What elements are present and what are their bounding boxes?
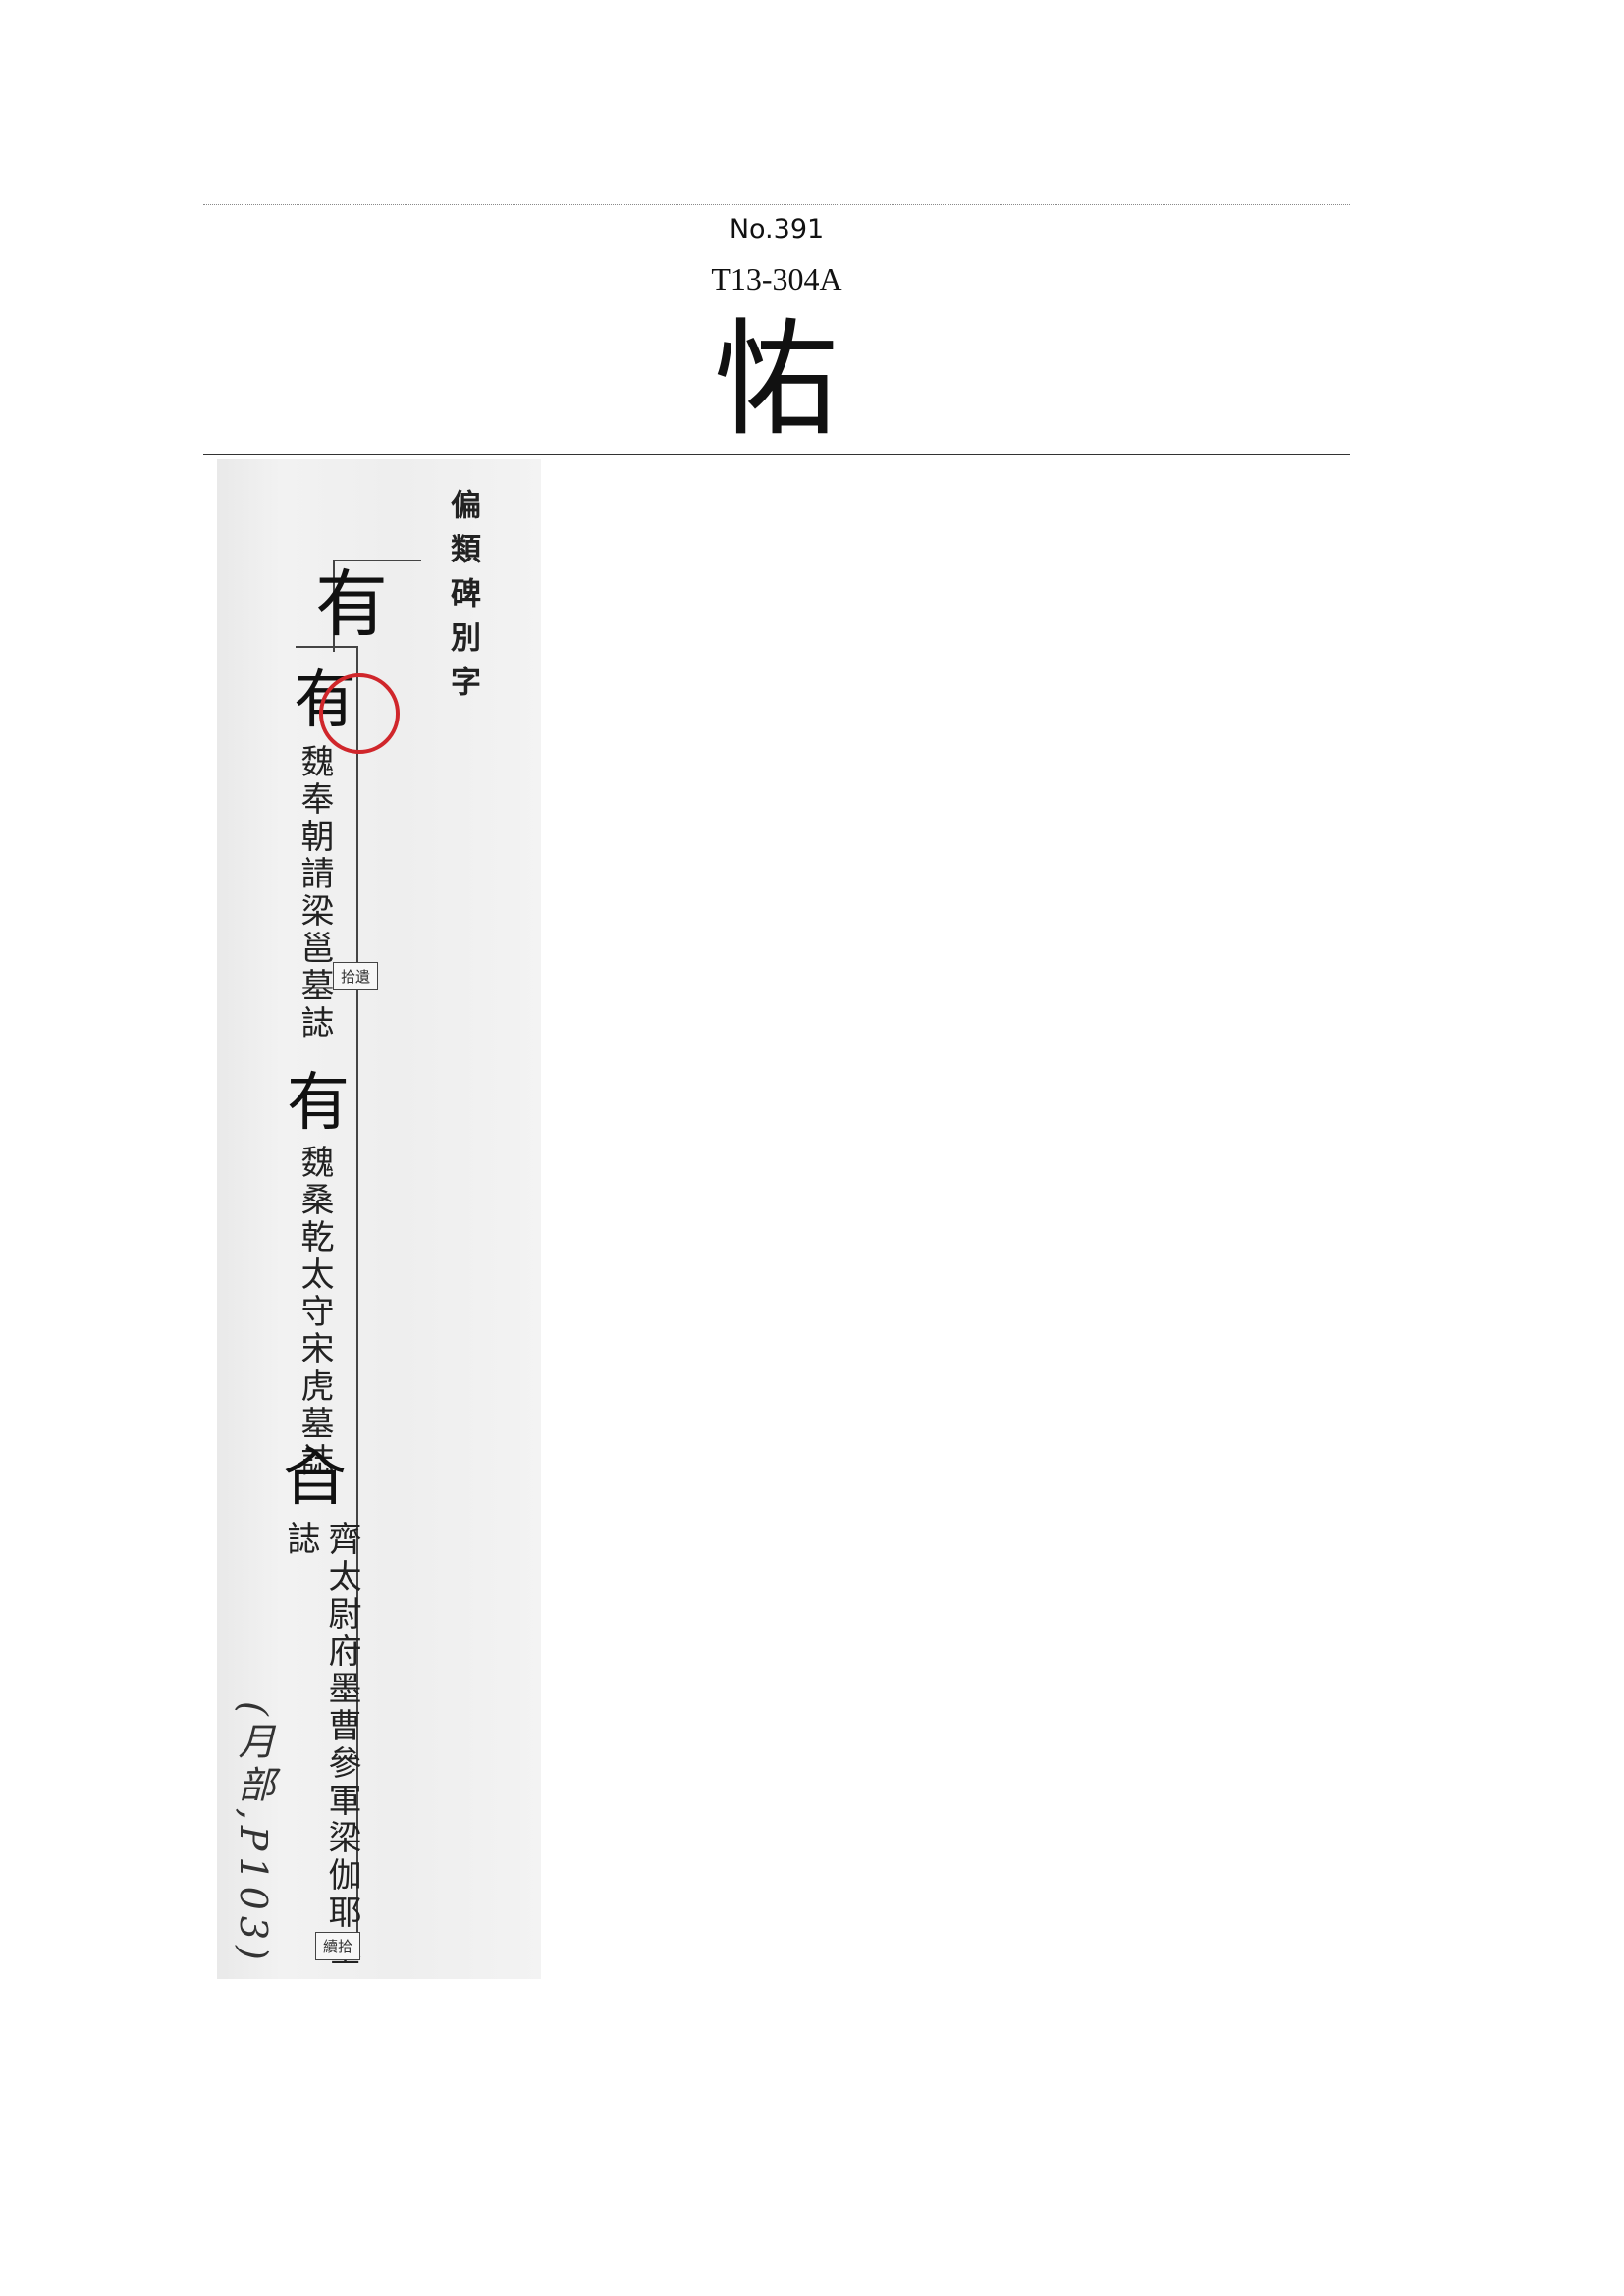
headword-character: 㤑 (713, 307, 839, 454)
entry-code: T13-304A (711, 261, 842, 296)
entry-source-2: 魏桑乾太守宋虎墓誌 (295, 1145, 334, 1480)
handwritten-note: (月部,P103) (232, 1701, 275, 1966)
solid-divider (203, 454, 1350, 455)
book-title: 偏類碑別字 (445, 489, 480, 710)
entry-tag-3: 續拾 (315, 1932, 361, 1960)
entry-character-2: 有 (287, 1067, 350, 1140)
radical-character: 有 (315, 562, 388, 647)
entry-source-3: 齊太尉府墨曹參軍梁伽耶墓誌 (281, 1522, 361, 1969)
entry-source-1: 魏奉朝請梁邕墓誌 (295, 744, 334, 1042)
scanned-source-strip: 偏類碑別字 有 有 魏奉朝請梁邕墓誌 拾遺 有 魏桑乾太守宋虎墓誌 㒲 齊太尉府… (217, 459, 541, 1979)
entry-character-3: 㒲 (284, 1442, 347, 1515)
strip-horizontal-rule (296, 646, 358, 648)
dotted-divider (203, 204, 1350, 205)
highlight-circle (319, 673, 400, 754)
entry-tag-1: 拾遺 (333, 962, 379, 990)
entry-number: No.391 (729, 214, 825, 244)
